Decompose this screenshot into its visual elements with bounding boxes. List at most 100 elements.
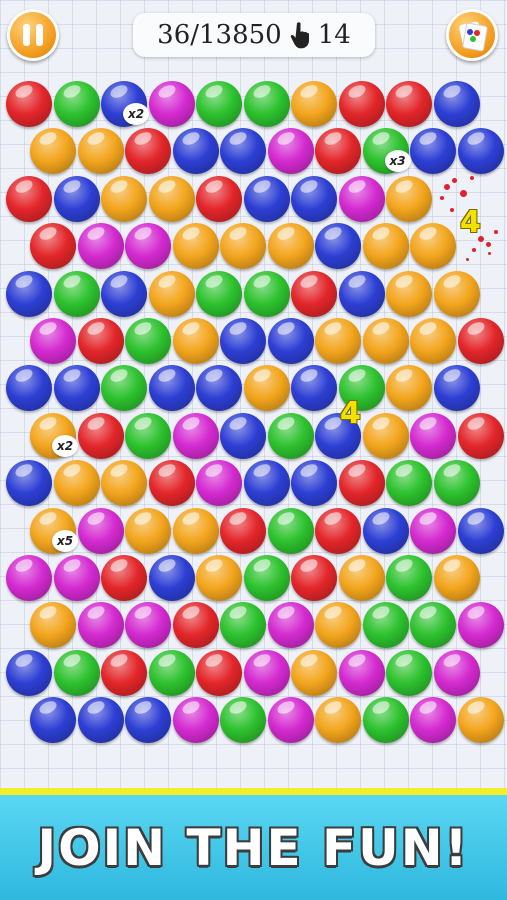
magenta-bubble[interactable] <box>172 412 219 459</box>
blue-bubble[interactable] <box>291 365 337 412</box>
red-bubble[interactable] <box>125 128 171 175</box>
blue-bubble[interactable]: x2 <box>101 81 149 127</box>
orange-bubble[interactable] <box>410 318 456 364</box>
red-bubble[interactable] <box>77 412 124 459</box>
magenta-bubble[interactable] <box>148 81 195 127</box>
magenta-bubble[interactable] <box>196 460 242 507</box>
green-bubble[interactable] <box>53 270 100 317</box>
blue-bubble[interactable] <box>6 365 52 412</box>
red-bubble[interactable] <box>196 649 242 696</box>
magenta-bubble[interactable] <box>172 697 219 744</box>
green-bubble[interactable] <box>386 460 432 507</box>
game-board[interactable]: x2 x3 x2 x5 <box>0 0 507 790</box>
green-bubble[interactable] <box>53 649 100 696</box>
orange-bubble[interactable] <box>315 602 361 649</box>
green-bubble[interactable] <box>362 602 409 649</box>
magenta-bubble[interactable] <box>53 555 100 601</box>
green-bubble[interactable] <box>243 270 290 317</box>
blue-bubble[interactable] <box>457 507 504 554</box>
green-bubble[interactable] <box>386 649 432 696</box>
orange-bubble[interactable] <box>362 223 409 270</box>
green-bubble[interactable]: x3 <box>362 128 411 175</box>
blue-bubble[interactable] <box>315 223 361 270</box>
red-bubble[interactable] <box>30 223 76 270</box>
blue-bubble[interactable] <box>148 555 195 601</box>
orange-bubble[interactable] <box>433 555 480 601</box>
orange-bubble[interactable]: x5 <box>30 507 78 554</box>
magenta-bubble[interactable] <box>243 649 290 696</box>
blue-bubble[interactable] <box>338 270 385 317</box>
magenta-bubble[interactable] <box>77 223 124 270</box>
magenta-bubble[interactable] <box>338 175 385 222</box>
blue-bubble[interactable] <box>267 318 314 364</box>
orange-bubble[interactable] <box>291 81 337 127</box>
magenta-bubble[interactable] <box>6 555 52 601</box>
orange-bubble[interactable] <box>220 223 266 270</box>
blue-bubble[interactable] <box>433 365 480 412</box>
orange-bubble[interactable]: x2 <box>30 412 78 459</box>
green-bubble[interactable] <box>220 602 266 649</box>
blue-bubble[interactable] <box>220 318 266 364</box>
green-bubble[interactable] <box>196 270 242 317</box>
magenta-bubble[interactable] <box>433 649 480 696</box>
orange-bubble[interactable] <box>362 412 409 459</box>
orange-bubble[interactable] <box>457 697 504 744</box>
blue-bubble[interactable] <box>362 507 409 554</box>
blue-bubble[interactable] <box>30 697 76 744</box>
blue-bubble[interactable] <box>220 128 266 175</box>
red-bubble[interactable] <box>338 81 385 127</box>
orange-bubble[interactable] <box>148 175 195 222</box>
red-bubble[interactable] <box>386 81 432 127</box>
magenta-bubble[interactable] <box>267 602 314 649</box>
green-bubble[interactable] <box>220 697 266 744</box>
green-bubble[interactable] <box>362 697 409 744</box>
blue-bubble[interactable] <box>243 460 290 507</box>
orange-bubble[interactable] <box>410 223 456 270</box>
blue-bubble[interactable] <box>457 128 504 175</box>
orange-bubble[interactable] <box>196 555 242 601</box>
orange-bubble[interactable] <box>386 270 432 317</box>
blue-bubble[interactable] <box>53 175 100 222</box>
blue-bubble[interactable] <box>410 128 456 175</box>
red-bubble[interactable] <box>291 555 337 601</box>
red-bubble[interactable] <box>101 649 147 696</box>
blue-bubble[interactable] <box>243 175 290 222</box>
orange-bubble[interactable] <box>53 460 100 507</box>
green-bubble[interactable] <box>243 81 290 127</box>
magenta-bubble[interactable] <box>267 697 314 744</box>
red-bubble[interactable] <box>315 507 361 554</box>
green-bubble[interactable] <box>101 365 147 412</box>
blue-bubble[interactable] <box>196 365 242 412</box>
green-bubble[interactable] <box>196 81 242 127</box>
orange-bubble[interactable] <box>267 223 314 270</box>
red-bubble[interactable] <box>77 318 124 364</box>
orange-bubble[interactable] <box>243 365 290 412</box>
cards-menu-button[interactable] <box>446 9 498 61</box>
orange-bubble[interactable] <box>125 507 171 554</box>
orange-bubble[interactable] <box>172 318 219 364</box>
red-bubble[interactable] <box>172 602 219 649</box>
green-bubble[interactable] <box>125 412 171 459</box>
orange-bubble[interactable] <box>148 270 195 317</box>
orange-bubble[interactable] <box>386 365 432 412</box>
red-bubble[interactable] <box>291 270 337 317</box>
red-bubble[interactable] <box>6 81 52 127</box>
green-bubble[interactable] <box>53 81 100 127</box>
magenta-bubble[interactable] <box>77 507 124 554</box>
orange-bubble[interactable] <box>172 223 219 270</box>
orange-bubble[interactable] <box>433 270 480 317</box>
green-bubble[interactable] <box>243 555 290 601</box>
blue-bubble[interactable] <box>433 81 480 127</box>
magenta-bubble[interactable] <box>267 128 314 175</box>
red-bubble[interactable] <box>196 175 242 222</box>
blue-bubble[interactable] <box>291 175 337 222</box>
green-bubble[interactable] <box>433 460 480 507</box>
orange-bubble[interactable] <box>291 649 337 696</box>
magenta-bubble[interactable] <box>338 649 385 696</box>
orange-bubble[interactable] <box>77 128 124 175</box>
blue-bubble[interactable] <box>148 365 195 412</box>
blue-bubble[interactable] <box>53 365 100 412</box>
blue-bubble[interactable] <box>6 649 52 696</box>
magenta-bubble[interactable] <box>410 697 456 744</box>
orange-bubble[interactable] <box>315 318 361 364</box>
